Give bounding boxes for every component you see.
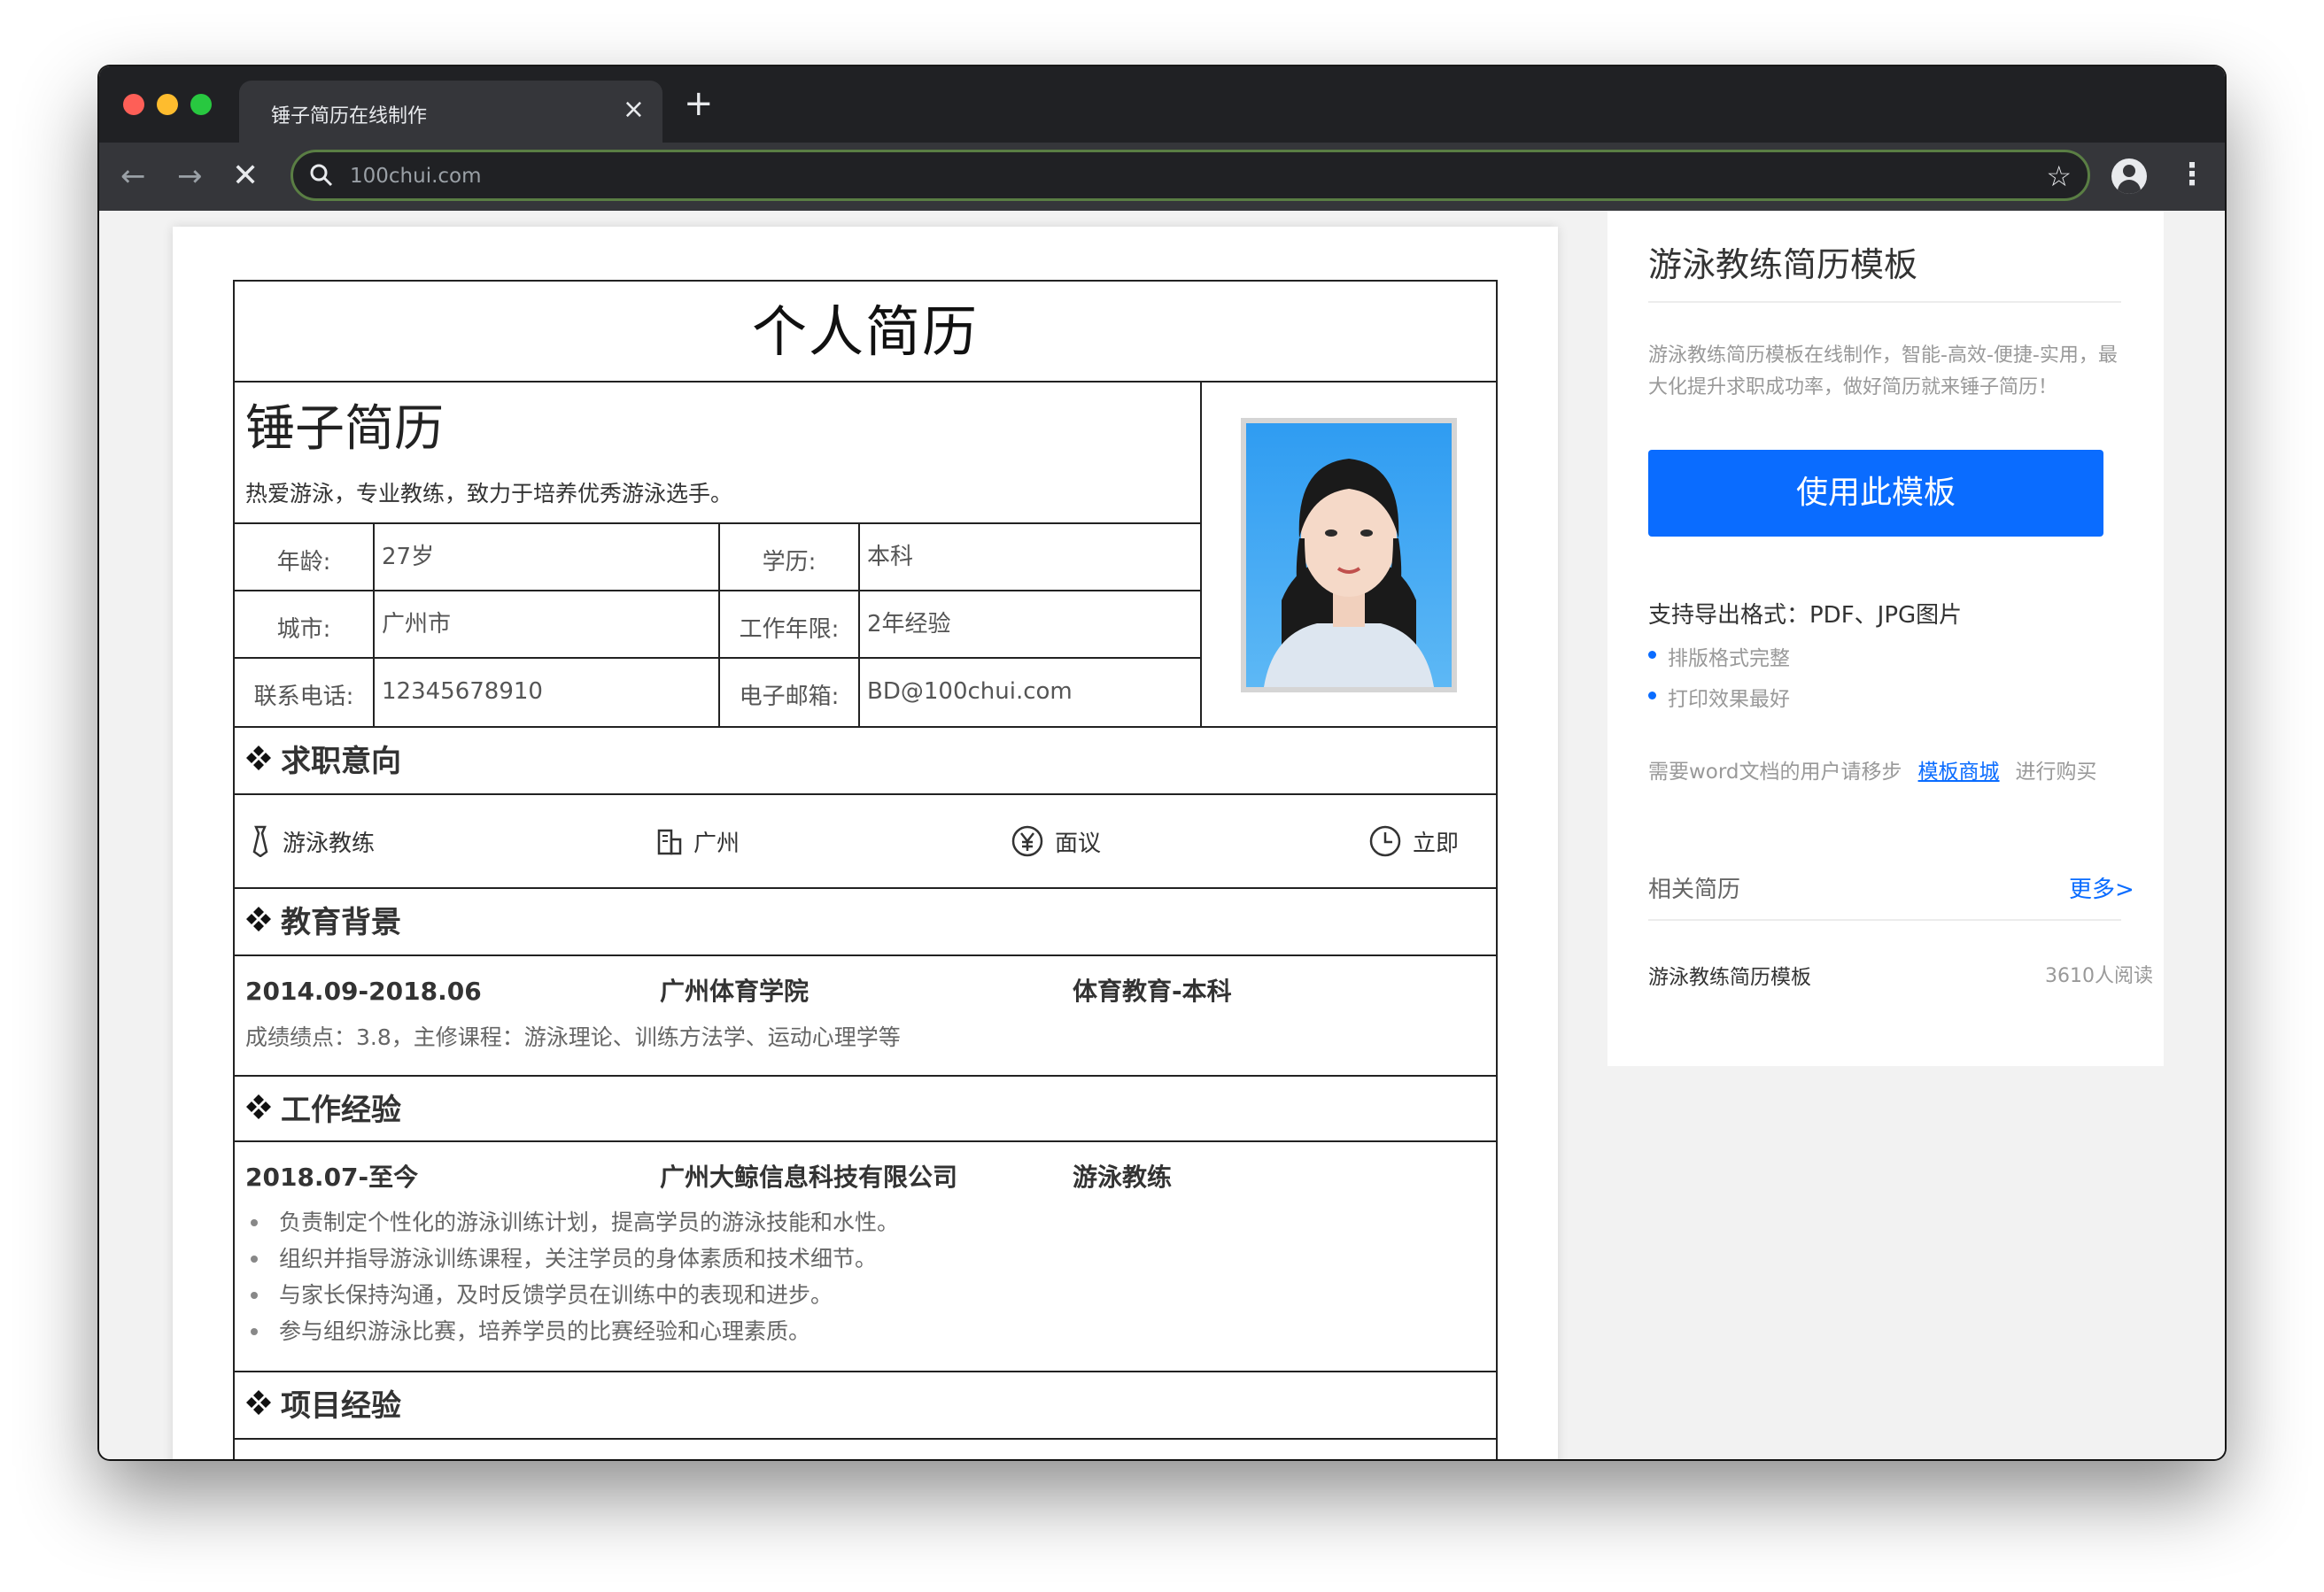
info-label: 电子邮箱: (720, 659, 860, 726)
portrait-image (1264, 459, 1434, 687)
intent-position: 游泳教练 (249, 823, 375, 859)
intent-city: 广州 (656, 823, 740, 859)
related-resumes-heading: 相关简历 (1648, 877, 1741, 903)
candidate-name: 锤子简历 (245, 400, 444, 458)
resume-title: 个人简历 (235, 282, 1496, 383)
work-entry: 2018.07-至今 广州大鲸信息科技有限公司 游泳教练 负责制定个性化的游泳训… (235, 1142, 1496, 1372)
browser-window: 锤子简历在线制作 × + ← → ✕ 100chui.com ☆ ⋮ 个人简历 (99, 66, 2225, 1459)
work-company: 广州大鲸信息科技有限公司 (660, 1163, 958, 1192)
list-item: 组织并指导游泳训练课程，关注学员的身体素质和技术细节。 (245, 1240, 1485, 1277)
info-row: 联系电话: 12345678910 电子邮箱: BD@100chui.com (235, 659, 1200, 726)
template-description: 游泳教练简历模板在线制作，智能-高效-便捷-实用，最大化提升求职成功率，做好简历… (1648, 344, 2118, 398)
minimize-window-button[interactable] (157, 94, 178, 115)
info-value: 广州市 (375, 591, 720, 657)
work-duties: 负责制定个性化的游泳训练计划，提高学员的游泳技能和水性。 组织并指导游泳训练课程… (245, 1204, 1485, 1349)
intent-availability: 立即 (1368, 823, 1459, 859)
diamond-icon (245, 728, 272, 795)
bookmark-star-icon[interactable]: ☆ (2046, 159, 2072, 193)
info-label: 学历: (720, 524, 860, 590)
list-item: 与家长保持沟通，及时反馈学员在训练中的表现和进步。 (245, 1277, 1485, 1313)
info-value: 2年经验 (867, 611, 951, 638)
section-title: 项目经验 (281, 1388, 401, 1424)
section-work-heading: 工作经验 (235, 1075, 1496, 1142)
building-icon (657, 829, 682, 855)
page-viewport: 个人简历 锤子简历 热爱游泳，专业教练，致力于培养优秀游泳选手。 年龄: 27岁… (99, 211, 2225, 1459)
education-school: 广州体育学院 (660, 977, 810, 1006)
template-title: 游泳教练简历模板 (1648, 245, 1918, 284)
template-store-link[interactable]: 模板商城 (1918, 761, 2000, 784)
list-item: 负责制定个性化的游泳训练计划，提高学员的游泳技能和水性。 (245, 1204, 1485, 1240)
resume-table: 个人简历 锤子简历 热爱游泳，专业教练，致力于培养优秀游泳选手。 年龄: 27岁… (233, 280, 1498, 1459)
section-project-heading: 项目经验 (235, 1372, 1496, 1440)
read-count: 3610人阅读 (2045, 965, 2153, 987)
browser-tab[interactable]: 锤子简历在线制作 × (239, 81, 662, 143)
profile-photo (1241, 418, 1457, 692)
browser-toolbar: ← → ✕ 100chui.com ☆ ⋮ (99, 143, 2225, 211)
address-bar[interactable]: 100chui.com ☆ (290, 150, 2090, 201)
info-row: 年龄: 27岁 学历: 本科 (235, 524, 1200, 591)
list-item: 参与组织游泳比赛，培养学员的比赛经验和心理素质。 (245, 1313, 1485, 1349)
diamond-icon (245, 889, 272, 956)
use-template-button[interactable]: 使用此模板 (1648, 450, 2103, 537)
info-value: 本科 (867, 544, 914, 570)
export-formats: 支持导出格式：PDF、JPG图片 (1648, 602, 1963, 629)
tab-close-icon[interactable]: × (623, 95, 645, 125)
divider (1648, 301, 2121, 303)
education-period: 2014.09-2018.06 (245, 977, 482, 1006)
clock-icon (1369, 825, 1401, 857)
education-entry: 2014.09-2018.06 广州体育学院 体育教育-本科 成绩绩点：3.8，… (235, 956, 1496, 1075)
title-bar: 锤子简历在线制作 × + (99, 66, 2225, 143)
info-label: 联系电话: (235, 659, 375, 726)
more-link[interactable]: 更多> (2069, 871, 2134, 904)
search-icon (310, 164, 333, 187)
tab-title: 锤子简历在线制作 (271, 105, 428, 128)
section-title: 求职意向 (281, 744, 401, 779)
candidate-slogan: 热爱游泳，专业教练，致力于培养优秀游泳选手。 (245, 481, 733, 506)
info-value: 12345678910 (375, 659, 720, 726)
diamond-icon (245, 1077, 272, 1144)
maximize-window-button[interactable] (190, 94, 212, 115)
close-window-button[interactable] (123, 94, 144, 115)
url-text[interactable]: 100chui.com (350, 165, 482, 188)
resume-paper: 个人简历 锤子简历 热爱游泳，专业教练，致力于培养优秀游泳选手。 年龄: 27岁… (173, 227, 1558, 1459)
intent-salary: 面议 (1011, 823, 1101, 859)
section-title: 工作经验 (281, 1093, 401, 1128)
back-arrow-icon[interactable]: ← (120, 158, 146, 194)
education-major: 体育教育-本科 (1073, 977, 1232, 1006)
new-tab-button[interactable]: + (684, 84, 714, 123)
section-intent-heading: 求职意向 (235, 728, 1496, 795)
stop-loading-icon[interactable]: ✕ (232, 158, 259, 194)
info-value: 27岁 (375, 524, 720, 590)
work-period: 2018.07-至今 (245, 1163, 419, 1192)
info-label: 工作年限: (720, 591, 860, 657)
section-education-heading: 教育背景 (235, 889, 1496, 956)
info-row: 城市: 广州市 工作年限: 2年经验 (235, 591, 1200, 659)
info-value: BD@100chui.com (867, 678, 1073, 705)
education-detail: 成绩绩点：3.8，主修课程：游泳理论、训练方法学、运动心理学等 (245, 1024, 901, 1050)
feature-item: 排版格式完整 (1648, 641, 1790, 671)
intent-row: 游泳教练 广州 面议 立即 (235, 795, 1496, 889)
divider (1648, 919, 2121, 921)
word-notice: 需要word文档的用户请移步 模板商城 进行购买 (1648, 761, 2097, 784)
template-sidebar: 游泳教练简历模板 游泳教练简历模板在线制作，智能-高效-便捷-实用，最大化提升求… (1607, 211, 2164, 1066)
browser-menu-icon[interactable]: ⋮ (2177, 157, 2207, 192)
tie-icon (252, 825, 268, 857)
feature-item: 打印效果最好 (1648, 682, 1790, 712)
info-label: 年龄: (235, 524, 375, 590)
intent-position-text: 游泳教练 (283, 830, 376, 857)
basic-info: 锤子简历 热爱游泳，专业教练，致力于培养优秀游泳选手。 年龄: 27岁 学历: … (235, 383, 1496, 728)
section-title: 教育背景 (281, 905, 401, 940)
work-role: 游泳教练 (1073, 1163, 1173, 1192)
related-resume-link[interactable]: 游泳教练简历模板 (1648, 960, 1811, 990)
intent-availability-text: 立即 (1413, 830, 1460, 857)
info-label: 城市: (235, 591, 375, 657)
yen-icon (1011, 825, 1043, 857)
intent-salary-text: 面议 (1055, 830, 1102, 857)
intent-city-text: 广州 (693, 830, 740, 857)
forward-arrow-icon[interactable]: → (177, 158, 203, 194)
profile-avatar-icon[interactable] (2111, 158, 2147, 194)
diamond-icon (245, 1372, 272, 1440)
